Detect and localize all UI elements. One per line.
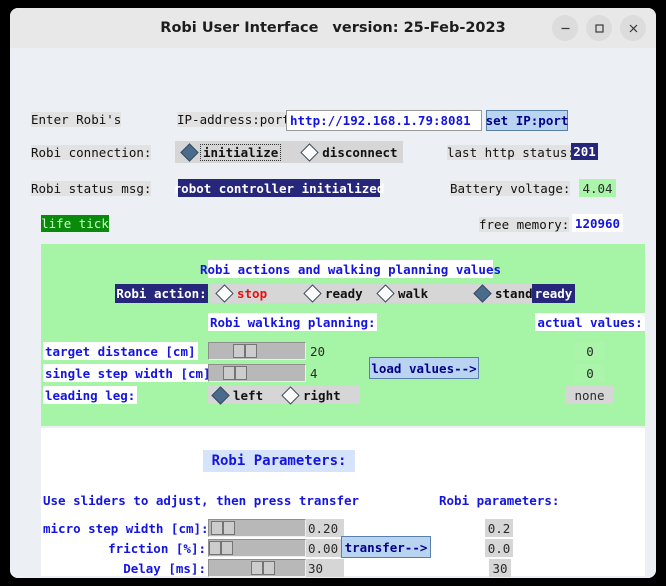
target-distance-value: 20 <box>310 343 326 359</box>
set-ip-port-button[interactable]: set IP:port <box>486 110 568 131</box>
slider-thumb-right[interactable] <box>221 541 233 555</box>
radio-diamond-selected-icon <box>473 284 492 303</box>
window-title: Robi User Interface version: 25-Feb-2023 <box>160 20 505 36</box>
micro-step-width-value: 0.20 <box>306 519 344 537</box>
radio-action-walk-label: walk <box>398 286 429 301</box>
radio-action-ready-label: ready <box>325 286 363 301</box>
single-step-width-label: single step width [cm]: <box>43 364 221 382</box>
maximize-icon[interactable] <box>586 15 612 41</box>
slider-thumb-left[interactable] <box>209 541 221 555</box>
radio-leg-left-label: left <box>233 387 264 403</box>
ip-address-label: IP-address:port <box>177 112 290 127</box>
radio-disconnect[interactable]: disconnect <box>300 142 398 162</box>
single-step-width-value: 4 <box>310 365 318 381</box>
window-version-text: version: 25-Feb-2023 <box>332 20 506 36</box>
delay-robi: 30 <box>489 559 511 577</box>
friction-robi: 0.0 <box>485 539 513 557</box>
delay-label: Delay [ms]: <box>123 560 206 576</box>
close-icon[interactable] <box>620 15 646 41</box>
window-title-text: Robi User Interface <box>160 20 319 36</box>
transfer-button[interactable]: transfer--> <box>341 536 431 558</box>
free-memory-label: free memory: <box>479 217 570 232</box>
slider-thumb-right[interactable] <box>235 366 247 380</box>
actual-values-header: actual values: <box>535 313 645 331</box>
radio-diamond-icon <box>215 284 234 303</box>
radio-initialize-label: initialize <box>200 143 282 161</box>
leading-leg-radio-group: left right <box>208 385 360 405</box>
radio-action-stand-label: stand <box>495 286 533 301</box>
friction-value: 0.00 <box>306 539 344 557</box>
actions-panel: Robi actions and walking planning values… <box>41 244 645 426</box>
target-distance-label: target distance [cm] <box>43 342 198 360</box>
parameters-panel: Robi Parameters: Use sliders to adjust, … <box>41 428 645 577</box>
delay-value: 30 <box>306 559 344 577</box>
radio-action-stop[interactable]: stop <box>215 284 268 303</box>
radio-diamond-selected-icon <box>180 142 199 162</box>
parameters-hint: Use sliders to adjust, then press transf… <box>43 492 360 508</box>
slider-thumb-right[interactable] <box>263 561 275 575</box>
radio-diamond-icon <box>303 284 322 303</box>
client-area: Enter Robi's IP-address:port http://192.… <box>10 48 656 578</box>
radio-leg-left[interactable]: left <box>211 385 264 405</box>
connection-radio-group: initialize disconnect <box>175 141 403 163</box>
radio-action-walk[interactable]: walk <box>376 284 429 303</box>
radio-diamond-selected-icon <box>211 385 230 405</box>
robi-parameters-header: Robi parameters: <box>439 492 560 508</box>
micro-step-width-slider[interactable] <box>208 519 306 537</box>
http-status-label: last http status: <box>447 145 575 160</box>
action-state-badge: ready <box>532 284 575 303</box>
micro-step-width-label: micro step width [cm]: <box>43 520 209 536</box>
slider-thumb-right[interactable] <box>245 344 257 358</box>
status-msg-label: Robi status msg: <box>31 181 152 196</box>
minimize-icon[interactable] <box>552 15 578 41</box>
title-bar: Robi User Interface version: 25-Feb-2023 <box>10 8 656 49</box>
friction-slider[interactable] <box>208 539 306 557</box>
slider-thumb-left[interactable] <box>223 366 235 380</box>
slider-thumb-left[interactable] <box>251 561 263 575</box>
radio-disconnect-label: disconnect <box>322 144 398 160</box>
friction-label: friction [%]: <box>108 540 206 556</box>
delay-slider[interactable] <box>208 559 306 577</box>
radio-action-ready[interactable]: ready <box>303 284 363 303</box>
status-msg-value: robot controller initialized <box>173 179 385 197</box>
single-step-width-actual: 0 <box>575 364 605 382</box>
free-memory-value: 120960 <box>572 214 623 232</box>
leading-leg-label: leading leg: <box>43 386 138 404</box>
radio-diamond-icon <box>281 385 300 405</box>
target-distance-actual: 0 <box>575 342 605 360</box>
actions-panel-header: Robi actions and walking planning values <box>199 260 502 278</box>
load-values-button[interactable]: load values--> <box>369 357 479 379</box>
target-distance-slider[interactable] <box>208 342 306 360</box>
life-tick-badge: life tick <box>41 215 109 232</box>
ip-address-input[interactable]: http://192.168.1.79:8081 <box>286 110 482 131</box>
parameters-panel-header: Robi Parameters: <box>203 450 355 472</box>
window-controls <box>552 8 646 48</box>
radio-diamond-icon <box>300 142 319 162</box>
battery-value: 4.04 <box>579 179 616 197</box>
slider-thumb-right[interactable] <box>223 521 235 535</box>
radio-diamond-icon <box>376 284 395 303</box>
radio-action-stop-label: stop <box>237 286 268 301</box>
robi-action-label: Robi action: <box>115 284 208 303</box>
leading-leg-actual: none <box>565 386 614 404</box>
micro-step-width-robi: 0.2 <box>485 519 513 537</box>
action-radio-group: stop ready walk stand <box>210 284 555 303</box>
battery-label: Battery voltage: <box>450 181 571 196</box>
radio-initialize[interactable]: initialize <box>180 142 282 162</box>
slider-thumb-left[interactable] <box>233 344 245 358</box>
app-window: Robi User Interface version: 25-Feb-2023 … <box>10 8 656 578</box>
robi-connection-label: Robi connection: <box>31 145 152 160</box>
radio-leg-right-label: right <box>303 387 341 403</box>
radio-leg-right[interactable]: right <box>281 385 341 405</box>
enter-robi-label: Enter Robi's <box>31 112 122 127</box>
slider-thumb-left[interactable] <box>211 521 223 535</box>
single-step-width-slider[interactable] <box>208 364 306 382</box>
walking-planning-header: Robi walking planning: <box>208 313 377 331</box>
http-status-value: 201 <box>571 143 598 160</box>
radio-action-stand[interactable]: stand <box>473 284 533 303</box>
